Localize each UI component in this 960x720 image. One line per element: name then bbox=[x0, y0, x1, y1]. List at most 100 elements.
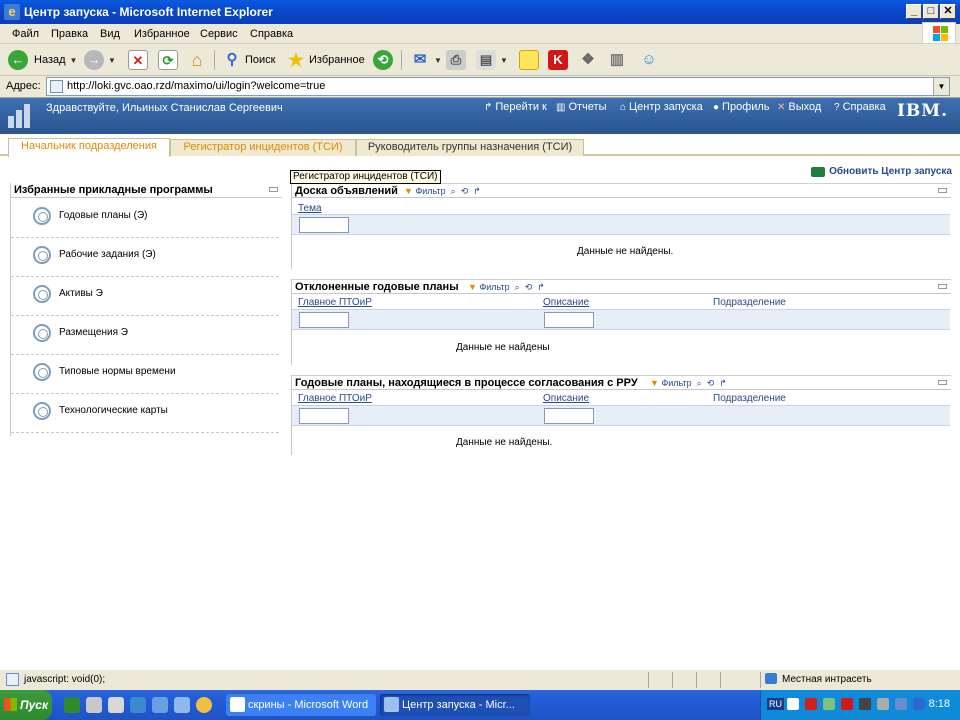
favorite-item[interactable]: Годовые планы (Э) bbox=[11, 199, 279, 238]
quicklaunch-outlook-icon[interactable] bbox=[152, 697, 168, 713]
tray-messenger-icon[interactable] bbox=[859, 698, 871, 710]
nav-goto[interactable]: ↱ Перейти к bbox=[484, 101, 547, 113]
menu-view[interactable]: Вид bbox=[100, 28, 120, 40]
menu-favorites[interactable]: Избранное bbox=[134, 28, 190, 40]
taskbar-item-word[interactable]: скрины - Microsoft Word bbox=[226, 694, 376, 716]
column-header-topic[interactable]: Тема bbox=[298, 203, 322, 214]
filter-input-main-ptoir[interactable] bbox=[299, 312, 349, 328]
nav-help[interactable]: ? Справка bbox=[834, 101, 886, 113]
favorite-item[interactable]: Рабочие задания (Э) bbox=[11, 238, 279, 277]
print-button[interactable]: ⎙ bbox=[446, 49, 466, 71]
minimize-icon[interactable] bbox=[938, 284, 947, 289]
go-icon[interactable]: ↱ bbox=[473, 184, 481, 198]
close-button[interactable]: ✕ bbox=[940, 4, 956, 19]
back-button[interactable]: ← Назад ▼ bbox=[8, 49, 77, 71]
notes-button[interactable] bbox=[519, 49, 539, 71]
menu-file[interactable]: Файл bbox=[12, 28, 39, 40]
quicklaunch-ie-icon[interactable] bbox=[130, 697, 146, 713]
favorite-label[interactable]: Технологические карты bbox=[59, 405, 168, 416]
favorites-button[interactable]: ★ Избранное bbox=[286, 49, 365, 71]
taskbar-item-ie[interactable]: Центр запуска - Micr... bbox=[380, 694, 530, 716]
refresh-start-center-link[interactable]: Обновить Центр запуска bbox=[811, 166, 952, 177]
toolbar-divider bbox=[401, 50, 402, 70]
favorite-label[interactable]: Размещения Э bbox=[59, 327, 128, 338]
filter-input-topic[interactable] bbox=[299, 217, 349, 233]
chevron-down-icon[interactable]: ▼ bbox=[933, 78, 949, 95]
nav-reports[interactable]: ▥ Отчеты bbox=[556, 101, 606, 113]
favorite-label[interactable]: Рабочие задания (Э) bbox=[59, 249, 156, 260]
discuss-button[interactable]: ▥ bbox=[607, 49, 627, 71]
menu-help[interactable]: Справка bbox=[250, 28, 293, 40]
clear-filter-icon[interactable]: ⟲ bbox=[461, 184, 469, 198]
tray-kaspersky-icon[interactable] bbox=[841, 698, 853, 710]
nav-profile[interactable]: ● Профиль bbox=[713, 101, 770, 113]
favorite-item[interactable]: Размещения Э bbox=[11, 316, 279, 355]
tab-incident-registrar[interactable]: Регистратор инцидентов (ТСИ) bbox=[170, 139, 356, 156]
home-button[interactable]: ⌂ bbox=[187, 49, 207, 71]
edit-button[interactable]: ▤ ▼ bbox=[476, 49, 508, 71]
favorite-item[interactable]: Типовые нормы времени bbox=[11, 355, 279, 394]
tab-assignment-group-lead[interactable]: Руководитель группы назначения (ТСИ) bbox=[356, 139, 584, 156]
column-header-description[interactable]: Описание bbox=[543, 297, 589, 308]
tab-head-of-unit[interactable]: Начальник подразделения bbox=[8, 138, 170, 157]
quicklaunch-mouse-icon[interactable] bbox=[108, 697, 124, 713]
menu-tools[interactable]: Сервис bbox=[200, 28, 238, 40]
clear-filter-icon[interactable]: ⟲ bbox=[525, 280, 533, 294]
favorite-item[interactable]: Активы Э bbox=[11, 277, 279, 316]
kaspersky-button[interactable]: K bbox=[548, 49, 568, 71]
nav-start-center[interactable]: ⌂ Центр запуска bbox=[620, 101, 703, 113]
nav-logout[interactable]: ✕ Выход bbox=[777, 101, 821, 113]
quicklaunch-disk-icon[interactable] bbox=[86, 697, 102, 713]
stop-button[interactable]: ✕ bbox=[128, 49, 148, 71]
filter-input-main-ptoir[interactable] bbox=[299, 408, 349, 424]
menu-edit[interactable]: Правка bbox=[51, 28, 88, 40]
bulletin-board-portlet: Доска объявлений ▼ Фильтр ⌕ ⟲ ↱ Тема Дан… bbox=[291, 183, 951, 269]
forward-button[interactable]: → ▼ bbox=[84, 49, 116, 71]
filter-input-description[interactable] bbox=[544, 312, 594, 328]
address-url[interactable]: http://loki.gvc.oao.rzd/maximo/ui/login?… bbox=[67, 80, 325, 92]
quicklaunch-media-icon[interactable] bbox=[196, 697, 212, 713]
filter-button[interactable]: ▼ Фильтр bbox=[650, 376, 692, 390]
filter-input-description[interactable] bbox=[544, 408, 594, 424]
messenger-button[interactable]: ☺ bbox=[639, 49, 659, 71]
quicklaunch-desktop-icon[interactable] bbox=[174, 697, 190, 713]
tray-update-icon[interactable] bbox=[913, 698, 925, 710]
go-icon[interactable]: ↱ bbox=[719, 376, 727, 390]
favorite-item[interactable]: Технологические карты bbox=[11, 394, 279, 433]
refresh-button[interactable]: ⟳ bbox=[158, 49, 178, 71]
minimize-button[interactable]: _ bbox=[906, 4, 922, 19]
column-header-main-ptoir[interactable]: Главное ПТОиР bbox=[298, 393, 372, 404]
mail-button[interactable]: ✉ ▼ bbox=[410, 49, 442, 71]
tray-volume-icon[interactable] bbox=[877, 698, 889, 710]
status-divider bbox=[720, 672, 721, 688]
tray-monitor-icon[interactable] bbox=[895, 698, 907, 710]
go-icon[interactable]: ↱ bbox=[537, 280, 545, 294]
clear-filter-icon[interactable]: ⟲ bbox=[707, 376, 715, 390]
address-input[interactable]: http://loki.gvc.oao.rzd/maximo/ui/login?… bbox=[46, 77, 950, 96]
address-label: Адрес: bbox=[6, 80, 41, 92]
find-icon[interactable]: ⌕ bbox=[515, 280, 520, 294]
tray-network-icon[interactable] bbox=[787, 698, 799, 710]
start-button[interactable]: Пуск bbox=[0, 690, 52, 720]
history-button[interactable]: ⟲ bbox=[373, 49, 393, 71]
minimize-icon[interactable] bbox=[938, 188, 947, 193]
tray-antivirus-icon[interactable] bbox=[805, 698, 817, 710]
favorite-label[interactable]: Типовые нормы времени bbox=[59, 366, 176, 377]
maximize-button[interactable]: □ bbox=[923, 4, 939, 19]
find-icon[interactable]: ⌕ bbox=[451, 184, 456, 198]
quicklaunch-tree-icon[interactable] bbox=[64, 697, 80, 713]
favorite-label[interactable]: Годовые планы (Э) bbox=[59, 210, 147, 221]
language-indicator[interactable]: RU bbox=[767, 698, 784, 710]
favorite-label[interactable]: Активы Э bbox=[59, 288, 103, 299]
kaspersky-icon: K bbox=[548, 50, 568, 70]
filter-button[interactable]: ▼ Фильтр bbox=[404, 184, 446, 198]
column-header-main-ptoir[interactable]: Главное ПТОиР bbox=[298, 297, 372, 308]
column-header-description[interactable]: Описание bbox=[543, 393, 589, 404]
tray-app-icon[interactable] bbox=[823, 698, 835, 710]
minimize-icon[interactable] bbox=[938, 380, 947, 385]
minimize-icon[interactable] bbox=[269, 187, 278, 192]
research-button[interactable]: ❖ bbox=[578, 49, 598, 71]
filter-button[interactable]: ▼ Фильтр bbox=[468, 280, 510, 294]
search-button[interactable]: ⚲ Поиск bbox=[222, 49, 276, 71]
find-icon[interactable]: ⌕ bbox=[697, 376, 702, 390]
